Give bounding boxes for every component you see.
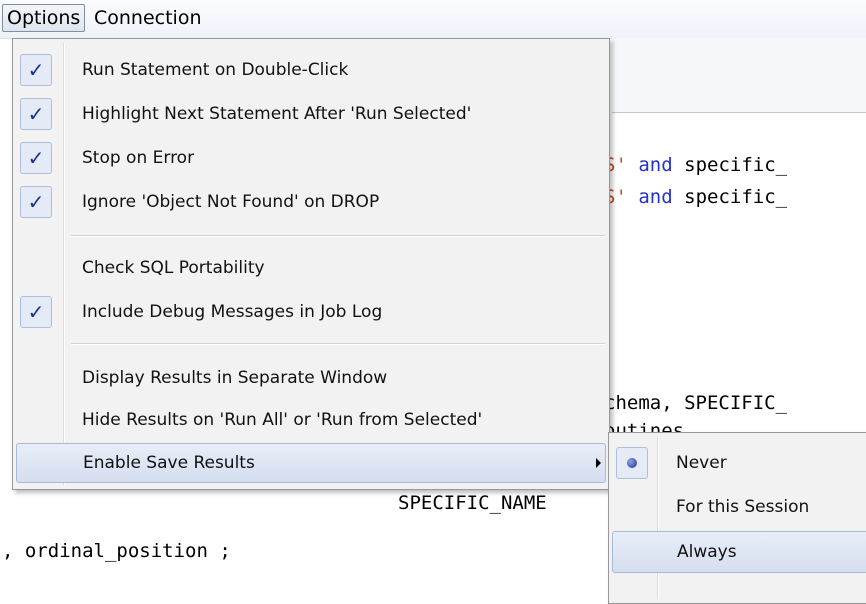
save-results-submenu: Never For this Session Always (608, 432, 866, 604)
editor-divider (612, 112, 866, 113)
code-text: specific_ (684, 154, 788, 176)
menu-item-display-results-separate-window[interactable]: Display Results in Separate Window (16, 359, 604, 397)
menu-item-enable-save-results[interactable]: Enable Save Results (16, 443, 606, 483)
menu-item-label: Enable Save Results (83, 453, 255, 473)
menu-item-stop-on-error[interactable]: ✓ Stop on Error (16, 139, 604, 177)
menu-item-label: Check SQL Portability (82, 258, 265, 278)
submenu-item-label: Never (676, 453, 727, 473)
menu-item-highlight-next-statement[interactable]: ✓ Highlight Next Statement After 'Run Se… (16, 95, 604, 133)
check-icon: ✓ (20, 186, 52, 218)
submenu-item-never[interactable]: Never (612, 443, 866, 483)
menu-item-label: Stop on Error (82, 148, 195, 168)
menu-item-label: Highlight Next Statement After 'Run Sele… (82, 104, 472, 124)
code-text: specific_ (684, 186, 788, 208)
menu-separator (71, 343, 605, 345)
submenu-item-label: For this Session (676, 497, 810, 517)
menu-options[interactable]: Options (2, 4, 86, 32)
submenu-item-for-this-session[interactable]: For this Session (612, 487, 866, 527)
menu-bar: Options Connection (0, 0, 866, 39)
code-line-3[interactable]: chema, SPECIFIC_ (604, 392, 787, 414)
code-line-6[interactable]: , ordinal_position ; (2, 540, 231, 562)
code-line-5[interactable]: SPECIFIC_NAME (398, 492, 547, 514)
editor-toolbar-area (612, 38, 866, 112)
menu-item-include-debug-messages[interactable]: ✓ Include Debug Messages in Job Log (16, 293, 604, 331)
menu-item-run-on-double-click[interactable]: ✓ Run Statement on Double-Click (16, 51, 604, 89)
code-line-4[interactable]: outines (604, 420, 684, 432)
menu-item-check-sql-portability[interactable]: Check SQL Portability (16, 249, 604, 287)
code-keyword: and (638, 154, 673, 176)
check-icon: ✓ (20, 54, 52, 86)
menu-item-label: Include Debug Messages in Job Log (82, 302, 383, 322)
check-icon: ✓ (20, 98, 52, 130)
menu-item-hide-results-on-run-all[interactable]: Hide Results on 'Run All' or 'Run from S… (16, 401, 604, 439)
menu-item-ignore-object-not-found[interactable]: ✓ Ignore 'Object Not Found' on DROP (16, 183, 604, 221)
menu-item-label: Hide Results on 'Run All' or 'Run from S… (82, 410, 483, 430)
menu-item-label: Ignore 'Object Not Found' on DROP (82, 192, 380, 212)
submenu-arrow-icon (596, 458, 601, 468)
check-icon: ✓ (20, 142, 52, 174)
options-dropdown-menu: ✓ Run Statement on Double-Click ✓ Highli… (12, 38, 610, 490)
menu-item-label: Display Results in Separate Window (82, 368, 388, 388)
code-keyword: and (638, 186, 673, 208)
submenu-item-label: Always (677, 542, 737, 562)
menu-connection[interactable]: Connection (90, 4, 206, 32)
code-line-1[interactable]: S' and specific_ (604, 154, 787, 176)
menu-separator (71, 235, 605, 237)
radio-selected-icon (616, 447, 648, 479)
check-icon: ✓ (20, 296, 52, 328)
radio-dot-icon (627, 458, 637, 468)
code-line-2[interactable]: S' and specific_ (604, 186, 787, 208)
menu-item-label: Run Statement on Double-Click (82, 60, 349, 80)
submenu-item-always[interactable]: Always (612, 531, 866, 573)
